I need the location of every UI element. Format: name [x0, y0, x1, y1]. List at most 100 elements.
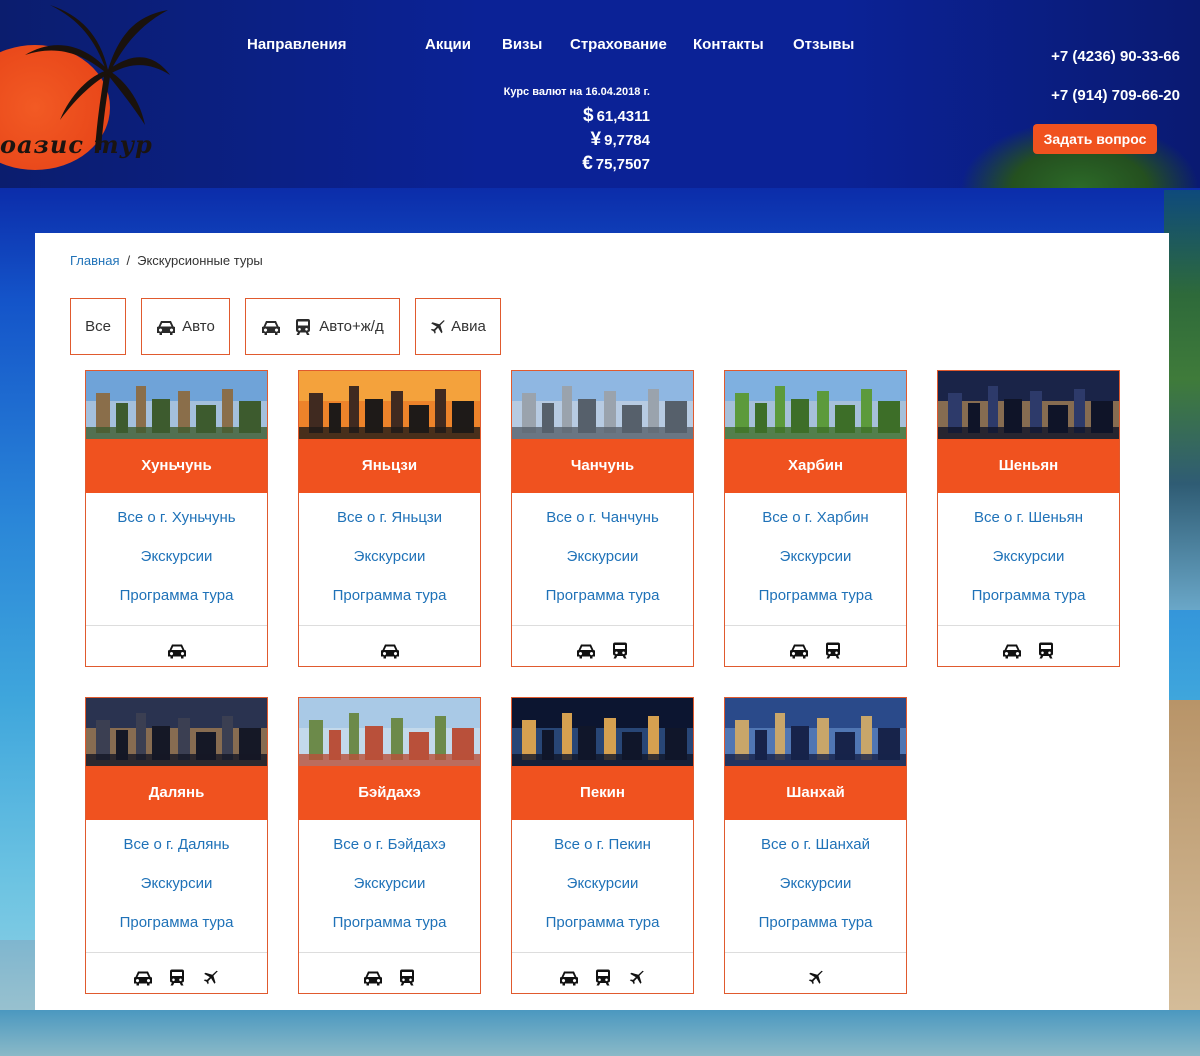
car-icon — [1002, 641, 1022, 660]
city-card: Далянь Все о г. Далянь Экскурсии Программа … — [85, 697, 268, 994]
train-icon — [397, 968, 417, 987]
ask-question-button[interactable]: Задать вопрос — [1033, 124, 1157, 154]
breadcrumb-home[interactable]: Главная — [70, 253, 119, 268]
city-excursions-link[interactable]: Экскурсии — [86, 875, 267, 892]
train-icon — [293, 318, 313, 336]
filter-all-button[interactable]: Все — [70, 298, 126, 355]
city-program-link[interactable]: Программа тура — [725, 587, 906, 604]
city-title[interactable]: Харбин — [725, 439, 906, 493]
card-divider — [86, 625, 267, 626]
city-about-link[interactable]: Все о г. Пекин — [512, 836, 693, 853]
nav-item-insurance[interactable]: Страхование — [570, 36, 667, 53]
background-foliage — [1164, 190, 1200, 610]
city-about-link[interactable]: Все о г. Хуньчунь — [86, 509, 267, 526]
city-about-link[interactable]: Все о г. Далянь — [86, 836, 267, 853]
site-header: оазис тур Направления Акции Визы Страхов… — [0, 0, 1200, 188]
car-icon — [559, 968, 579, 987]
city-card: Пекин Все о г. Пекин Экскурсии Программа ту… — [511, 697, 694, 994]
card-divider — [86, 952, 267, 953]
nav-item-promotions[interactable]: Акции — [425, 36, 471, 53]
city-excursions-link[interactable]: Экскурсии — [512, 548, 693, 565]
phone-1[interactable]: +7 (4236) 90-33-66 — [1020, 46, 1180, 85]
city-about-link[interactable]: Все о г. Чанчунь — [512, 509, 693, 526]
city-photo[interactable] — [512, 698, 693, 766]
nav-item-reviews[interactable]: Отзывы — [793, 36, 854, 53]
card-divider — [299, 952, 480, 953]
card-divider — [725, 625, 906, 626]
card-divider — [938, 625, 1119, 626]
transport-icons — [86, 641, 267, 661]
city-excursions-link[interactable]: Экскурсии — [299, 548, 480, 565]
transport-icons — [299, 641, 480, 661]
city-program-link[interactable]: Программа тура — [725, 914, 906, 931]
dollar-icon: $ — [583, 105, 594, 126]
plane-icon — [627, 968, 647, 987]
rate-cny-value: 9,7784 — [604, 132, 650, 149]
city-excursions-link[interactable]: Экскурсии — [725, 875, 906, 892]
city-program-link[interactable]: Программа тура — [938, 587, 1119, 604]
yuan-icon: ¥ — [590, 129, 602, 150]
site-logo[interactable]: оазис тур — [0, 0, 170, 170]
city-title[interactable]: Бэйдахэ — [299, 766, 480, 820]
city-program-link[interactable]: Программа тура — [86, 587, 267, 604]
transport-icons — [725, 968, 906, 988]
city-excursions-link[interactable]: Экскурсии — [725, 548, 906, 565]
city-photo[interactable] — [725, 698, 906, 766]
transport-icons — [725, 641, 906, 661]
breadcrumb-current: Экскурсионные туры — [137, 253, 263, 268]
city-about-link[interactable]: Все о г. Шанхай — [725, 836, 906, 853]
city-program-link[interactable]: Программа тура — [86, 914, 267, 931]
city-program-link[interactable]: Программа тура — [512, 587, 693, 604]
filter-auto-rail-button[interactable]: Авто+ж/д — [245, 298, 400, 355]
city-excursions-link[interactable]: Экскурсии — [299, 875, 480, 892]
filter-all-label: Все — [85, 318, 111, 335]
filter-auto-button[interactable]: Авто — [141, 298, 230, 355]
city-card: Харбин Все о г. Харбин Экскурсии Программа … — [724, 370, 907, 667]
plane-icon — [806, 968, 826, 987]
city-photo[interactable] — [86, 371, 267, 439]
city-title[interactable]: Пекин — [512, 766, 693, 820]
city-title[interactable]: Чанчунь — [512, 439, 693, 493]
city-photo[interactable] — [299, 371, 480, 439]
city-about-link[interactable]: Все о г. Бэйдахэ — [299, 836, 480, 853]
city-program-link[interactable]: Программа тура — [299, 914, 480, 931]
car-icon — [789, 641, 809, 660]
city-photo[interactable] — [299, 698, 480, 766]
city-program-link[interactable]: Программа тура — [512, 914, 693, 931]
train-icon — [593, 968, 613, 987]
city-photo[interactable] — [86, 698, 267, 766]
city-card: Шанхай Все о г. Шанхай Экскурсии Программа … — [724, 697, 907, 994]
city-title[interactable]: Яньцзи — [299, 439, 480, 493]
rate-eur-value: 75,7507 — [595, 156, 650, 173]
nav-item-directions[interactable]: Направления — [247, 36, 346, 53]
nav-item-contacts[interactable]: Контакты — [693, 36, 764, 53]
city-title[interactable]: Далянь — [86, 766, 267, 820]
city-excursions-link[interactable]: Экскурсии — [86, 548, 267, 565]
city-about-link[interactable]: Все о г. Харбин — [725, 509, 906, 526]
euro-icon: € — [582, 153, 593, 174]
car-icon — [576, 641, 596, 660]
filter-auto-label: Авто — [182, 318, 215, 335]
plane-icon — [430, 319, 446, 334]
car-icon — [167, 641, 187, 660]
nav-item-visas[interactable]: Визы — [502, 36, 542, 53]
city-photo[interactable] — [512, 371, 693, 439]
city-photo[interactable] — [725, 371, 906, 439]
city-card: Бэйдахэ Все о г. Бэйдахэ Экскурсии Программ… — [298, 697, 481, 994]
city-title[interactable]: Хуньчунь — [86, 439, 267, 493]
city-excursions-link[interactable]: Экскурсии — [512, 875, 693, 892]
city-about-link[interactable]: Все о г. Яньцзи — [299, 509, 480, 526]
city-card: Яньцзи Все о г. Яньцзи Экскурсии Программа … — [298, 370, 481, 667]
city-title[interactable]: Шанхай — [725, 766, 906, 820]
rate-usd: $61,4311 — [480, 104, 650, 128]
car-icon — [363, 968, 383, 987]
city-photo[interactable] — [938, 371, 1119, 439]
car-icon — [380, 641, 400, 660]
phone-2[interactable]: +7 (914) 709-66-20 — [1020, 85, 1180, 124]
city-about-link[interactable]: Все о г. Шеньян — [938, 509, 1119, 526]
city-program-link[interactable]: Программа тура — [299, 587, 480, 604]
filter-avia-button[interactable]: Авиа — [415, 298, 501, 355]
city-title[interactable]: Шеньян — [938, 439, 1119, 493]
city-excursions-link[interactable]: Экскурсии — [938, 548, 1119, 565]
content-panel: Главная / Экскурсионные туры Все Авто Авто… — [35, 233, 1169, 1010]
